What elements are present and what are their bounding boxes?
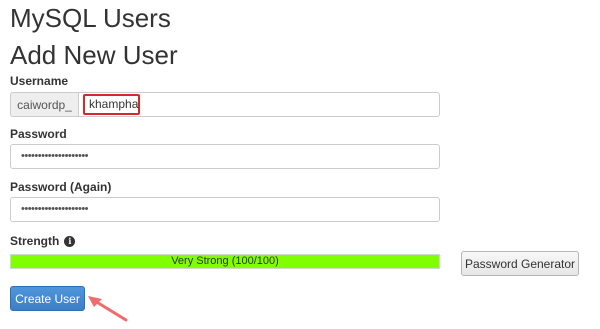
username-input[interactable]: khampha: [78, 92, 440, 117]
password-label: Password: [10, 127, 67, 141]
strength-label: Strength: [10, 234, 60, 248]
username-label: Username: [10, 74, 69, 88]
password-generator-button[interactable]: Password Generator: [461, 251, 579, 276]
info-icon[interactable]: i: [64, 235, 76, 247]
username-input-group: caiwordp_ khampha: [10, 92, 440, 117]
username-prefix: caiwordp_: [10, 92, 78, 117]
strength-label-row: Strength i: [10, 234, 76, 248]
create-user-button[interactable]: Create User: [10, 286, 85, 311]
password-again-input[interactable]: ••••••••••••••••••••: [10, 197, 440, 222]
strength-meter: Very Strong (100/100): [10, 254, 440, 269]
password-again-label: Password (Again): [10, 180, 112, 194]
password-input[interactable]: ••••••••••••••••••••: [10, 144, 440, 169]
section-title: Add New User: [10, 40, 178, 70]
page-title: MySQL Users: [10, 3, 171, 33]
username-value-highlight: khampha: [83, 94, 140, 115]
pointer-arrow-icon: [88, 296, 128, 322]
strength-meter-text: Very Strong (100/100): [171, 255, 279, 267]
